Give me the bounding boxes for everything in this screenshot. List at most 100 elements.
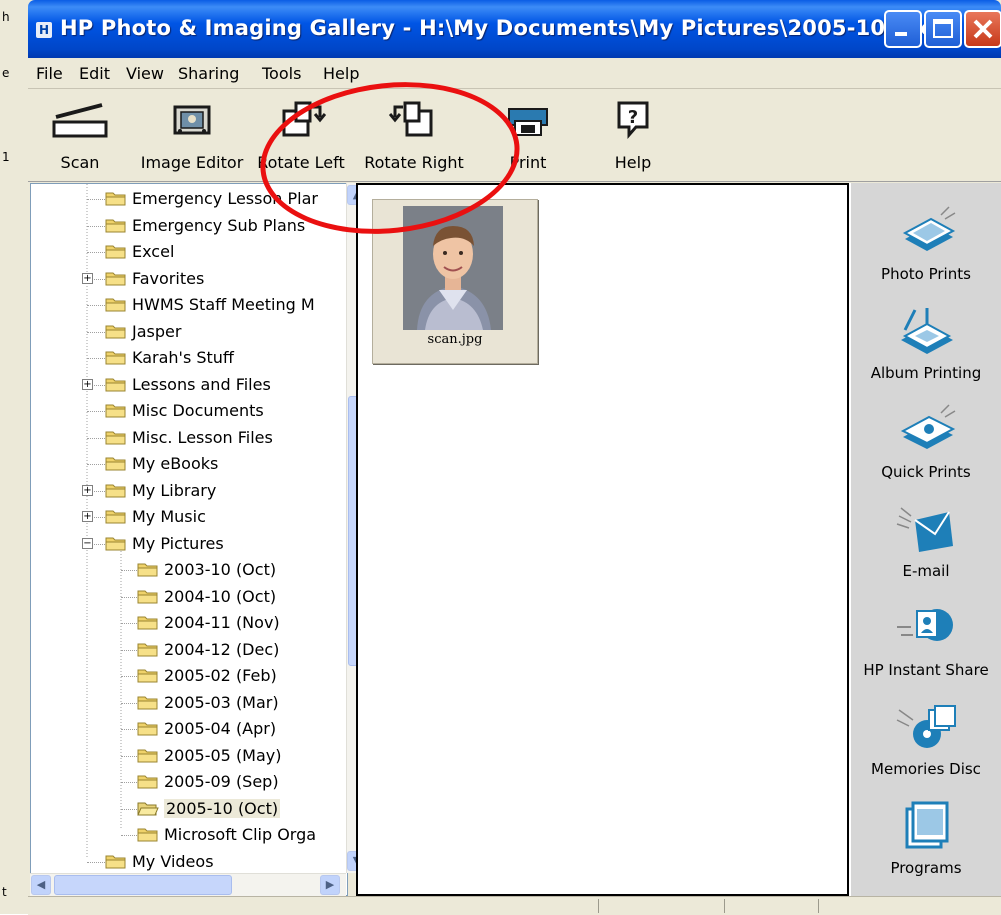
tree-item[interactable]: Emergency Lesson Plar <box>31 186 347 212</box>
close-button[interactable] <box>964 10 1001 48</box>
folder-icon <box>105 853 127 870</box>
expand-button[interactable]: + <box>82 272 93 284</box>
menu-sharing[interactable]: Sharing <box>178 64 239 83</box>
thumbnail-caption: scan.jpg <box>427 332 483 347</box>
background-text: 1 <box>2 150 10 164</box>
collapse-button[interactable]: − <box>82 537 93 549</box>
tree-item[interactable]: 2005-03 (Mar) <box>31 690 347 716</box>
tree-item-label: 2005-10 (Oct) <box>164 798 281 818</box>
tree-item[interactable]: 2005-10 (Oct) <box>31 796 347 822</box>
programs-button[interactable]: Programs <box>851 795 1001 877</box>
title-bar[interactable]: H HP Photo & Imaging Gallery - H:\My Doc… <box>28 0 1001 58</box>
tree-item[interactable]: 2004-10 (Oct) <box>31 584 347 610</box>
tree-item[interactable]: 2004-12 (Dec) <box>31 637 347 663</box>
tree-item[interactable]: 2004-11 (Nov) <box>31 610 347 636</box>
folder-icon <box>105 270 127 287</box>
tree-item[interactable]: + My Music <box>31 504 347 530</box>
scroll-right-button[interactable]: ▶ <box>320 875 340 895</box>
photo-prints-label: Photo Prints <box>881 265 971 283</box>
image-editor-button[interactable]: Image Editor <box>138 95 246 172</box>
tree-horizontal-scrollbar[interactable]: ◀ ▶ <box>30 873 346 896</box>
help-button[interactable]: ? Help <box>608 95 658 172</box>
tree-item-label: My Library <box>132 480 217 500</box>
tree-item[interactable]: + Lessons and Files <box>31 372 347 398</box>
tree-item[interactable]: + My Library <box>31 478 347 504</box>
tree-item[interactable]: My Videos <box>31 849 347 875</box>
folder-icon <box>137 641 159 658</box>
minimize-button[interactable] <box>884 10 922 48</box>
scroll-left-button[interactable]: ◀ <box>31 875 51 895</box>
quick-prints-button[interactable]: Quick Prints <box>851 399 1001 481</box>
menu-view[interactable]: View <box>126 64 164 83</box>
help-icon: ? <box>617 101 649 139</box>
rotate-right-button[interactable]: Rotate Right <box>363 95 465 172</box>
scan-label: Scan <box>60 153 100 172</box>
tree-item[interactable]: + Favorites <box>31 266 347 292</box>
expand-button[interactable]: + <box>82 484 93 496</box>
tree-item[interactable]: HWMS Staff Meeting M <box>31 292 347 318</box>
tree-item[interactable]: 2005-05 (May) <box>31 743 347 769</box>
scroll-thumb-horizontal[interactable] <box>54 875 232 895</box>
scan-button[interactable]: Scan <box>50 95 110 172</box>
tree-item-label: 2005-09 (Sep) <box>164 772 279 791</box>
menu-bar: File Edit View Sharing Tools Help <box>28 58 1001 89</box>
thumbnail-view[interactable]: scan.jpg <box>356 183 849 896</box>
tree-item[interactable]: Misc Documents <box>31 398 347 424</box>
memories-disc-icon <box>896 705 956 748</box>
image-thumbnail[interactable]: scan.jpg <box>372 199 538 364</box>
tree-connector <box>87 464 105 465</box>
tree-item-label: Excel <box>132 242 175 261</box>
tree-connector <box>121 755 137 757</box>
menu-file[interactable]: File <box>36 64 63 83</box>
menu-help[interactable]: Help <box>323 64 359 83</box>
tree-item[interactable]: Karah's Stuff <box>31 345 347 371</box>
tree-item-label: HWMS Staff Meeting M <box>132 295 315 314</box>
tree-item[interactable]: Excel <box>31 239 347 265</box>
app-icon[interactable]: H <box>36 22 52 38</box>
scanner-icon <box>52 103 108 138</box>
tree-item[interactable]: Jasper <box>31 319 347 345</box>
tree-item[interactable]: 2005-04 (Apr) <box>31 716 347 742</box>
folder-icon <box>105 349 127 366</box>
tree-item[interactable]: My eBooks <box>31 451 347 477</box>
tree-connector <box>87 437 105 439</box>
tree-connector <box>121 623 137 624</box>
album-printing-button[interactable]: Album Printing <box>851 300 1001 382</box>
background-text: t <box>2 885 7 899</box>
tree-connector <box>121 702 137 704</box>
hp-instant-share-button[interactable]: HP Instant Share <box>851 597 1001 679</box>
tree-item[interactable]: 2005-02 (Feb) <box>31 663 347 689</box>
image-editor-icon <box>173 105 211 135</box>
folder-tree[interactable]: Emergency Lesson Plar Emergency Sub Plans… <box>30 183 348 896</box>
tree-item[interactable]: Emergency Sub Plans <box>31 213 347 239</box>
folder-icon <box>105 535 127 552</box>
memories-disc-button[interactable]: Memories Disc <box>851 696 1001 778</box>
print-button[interactable]: Print <box>501 95 555 172</box>
email-button[interactable]: E-mail <box>851 498 1001 580</box>
expand-button[interactable]: + <box>82 378 93 390</box>
printer-icon <box>508 108 548 136</box>
expand-button[interactable]: + <box>82 511 93 522</box>
tree-item-label: 2004-10 (Oct) <box>164 586 277 606</box>
tree-item[interactable]: − My Pictures <box>31 531 347 557</box>
tree-item-label: 2005-04 (Apr) <box>164 719 277 738</box>
maximize-button[interactable] <box>924 10 962 48</box>
image-editor-label: Image Editor <box>140 153 244 172</box>
menu-edit[interactable]: Edit <box>79 64 110 83</box>
rotate-left-button[interactable]: Rotate Left <box>256 95 346 172</box>
tree-item[interactable]: Misc. Lesson Files <box>31 425 347 451</box>
help-label: Help <box>614 153 652 172</box>
svg-text:?: ? <box>628 107 638 128</box>
folder-icon <box>137 747 159 764</box>
quick-prints-label: Quick Prints <box>881 463 971 481</box>
photo-prints-button[interactable]: Photo Prints <box>851 201 1001 283</box>
rotate-right-label: Rotate Right <box>364 153 464 172</box>
programs-icon <box>905 801 949 849</box>
tree-item[interactable]: 2003-10 (Oct) <box>31 557 347 583</box>
tree-item[interactable]: Microsoft Clip Orga <box>31 822 347 848</box>
tree-item-label: 2004-12 (Dec) <box>164 639 280 659</box>
menu-tools[interactable]: Tools <box>262 64 301 83</box>
tree-connector <box>121 808 137 810</box>
tree-item[interactable]: 2005-09 (Sep) <box>31 769 347 795</box>
tree-item-label: 2005-05 (May) <box>164 745 282 765</box>
